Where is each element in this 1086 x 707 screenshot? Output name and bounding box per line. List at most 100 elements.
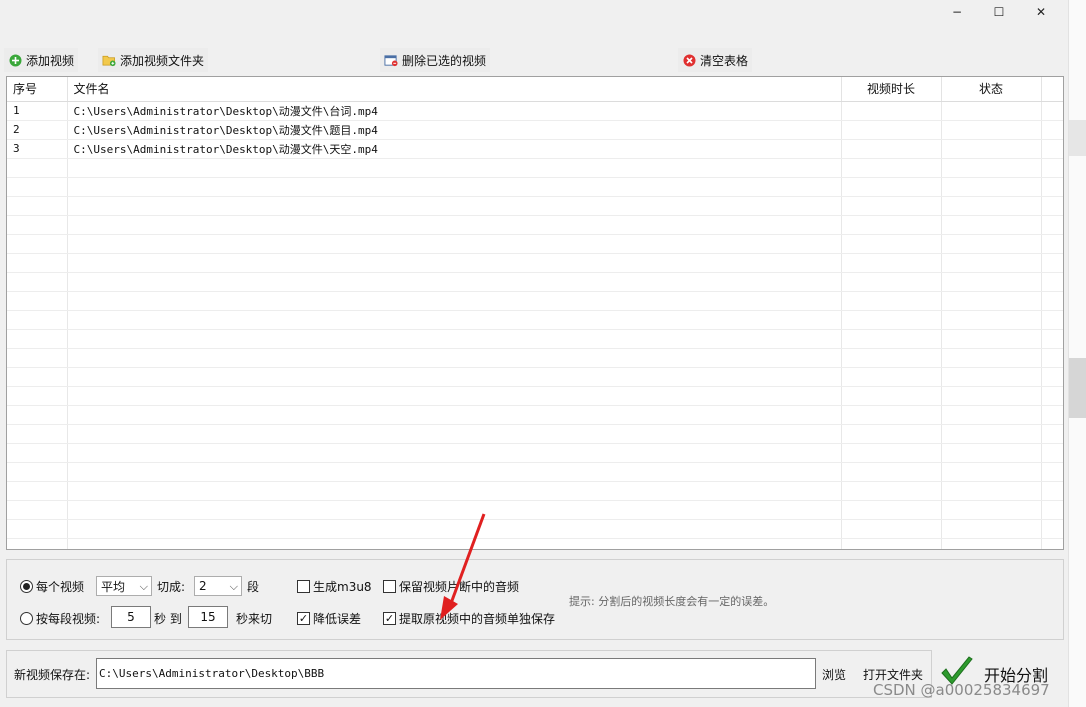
gen-m3u8-checkbox[interactable]: 生成m3u8 (297, 575, 372, 597)
add-video-button[interactable]: 添加视频 (4, 48, 79, 72)
reduce-error-checkbox[interactable]: ✓ 降低误差 (297, 607, 361, 629)
chevron-down-icon: ⌵ (229, 580, 238, 593)
cut-count-select[interactable]: 2 ⌵ (194, 576, 242, 596)
empty-cell (67, 405, 842, 425)
empty-cell (7, 234, 68, 254)
empty-cell (7, 291, 68, 311)
empty-cell (67, 538, 842, 549)
add-folder-button[interactable]: 添加视频文件夹 (98, 48, 209, 72)
column-header-filename[interactable]: 文件名 (67, 77, 842, 102)
empty-cell (67, 481, 842, 501)
empty-cell (941, 158, 1042, 178)
chevron-down-icon: ⌵ (139, 580, 148, 593)
delete-selected-button[interactable]: 删除已选的视频 (380, 48, 491, 72)
empty-row (7, 158, 1063, 178)
empty-cell (7, 215, 68, 235)
empty-cell (1041, 196, 1063, 216)
empty-cell (841, 405, 942, 425)
extract-audio-checkbox[interactable]: ✓ 提取原视频中的音频单独保存 (383, 607, 555, 629)
column-header-status[interactable]: 状态 (941, 77, 1042, 102)
empty-cell (841, 500, 942, 520)
empty-row (7, 386, 1063, 406)
cut-count-value: 2 (199, 579, 207, 593)
empty-cell (841, 329, 942, 349)
cell-filler (1041, 101, 1063, 121)
empty-cell (67, 519, 842, 539)
empty-row (7, 310, 1063, 330)
empty-cell (7, 272, 68, 292)
empty-cell (941, 329, 1042, 349)
empty-cell (841, 481, 942, 501)
folder-add-icon (102, 53, 116, 67)
empty-cell (1041, 158, 1063, 178)
empty-cell (7, 519, 68, 539)
empty-cell (67, 196, 842, 216)
checkbox-box (297, 579, 310, 593)
empty-cell (941, 462, 1042, 482)
clear-table-label: 清空表格 (700, 53, 749, 68)
mode-each-radio[interactable]: 每个视频 (20, 575, 84, 597)
empty-cell (67, 348, 842, 368)
empty-cell (941, 196, 1042, 216)
mode-per-segment-radio[interactable]: 按每段视频: (20, 607, 100, 629)
empty-cell (1041, 443, 1063, 463)
radio-dot (23, 582, 30, 590)
column-header-filler (1041, 77, 1063, 102)
empty-cell (67, 367, 842, 387)
empty-cell (841, 272, 942, 292)
close-button[interactable]: ✕ (1020, 0, 1062, 24)
empty-cell (67, 443, 842, 463)
table-row[interactable]: 1 C:\Users\Administrator\Desktop\动漫文件\台词.… (7, 101, 1063, 121)
empty-cell (67, 329, 842, 349)
empty-cell (941, 291, 1042, 311)
empty-row (7, 253, 1063, 273)
empty-cell (67, 158, 842, 178)
empty-cell (941, 481, 1042, 501)
save-path-input[interactable]: C:\Users\Administrator\Desktop\BBB (96, 658, 816, 689)
column-header-duration[interactable]: 视频时长 (841, 77, 942, 102)
cell-status (941, 139, 1042, 159)
segment-to-input[interactable]: 15 (188, 606, 228, 628)
mode-each-label: 每个视频 (36, 579, 85, 594)
cell-filename: C:\Users\Administrator\Desktop\动漫文件\题目.m… (67, 120, 842, 140)
table-row[interactable]: 3 C:\Users\Administrator\Desktop\动漫文件\天空.… (7, 139, 1063, 159)
empty-cell (1041, 424, 1063, 444)
empty-cell (7, 405, 68, 425)
column-header-index[interactable]: 序号 (7, 77, 68, 102)
empty-row (7, 215, 1063, 235)
empty-cell (841, 386, 942, 406)
empty-row (7, 291, 1063, 311)
empty-cell (67, 272, 842, 292)
edge-band (1069, 120, 1086, 156)
empty-row (7, 443, 1063, 463)
empty-row (7, 500, 1063, 520)
empty-cell (1041, 253, 1063, 273)
maximize-button[interactable]: ☐ (978, 0, 1020, 24)
segment-from-input[interactable]: 5 (111, 606, 151, 628)
add-icon (8, 53, 22, 67)
empty-cell (841, 215, 942, 235)
empty-cell (941, 405, 1042, 425)
table-row[interactable]: 2 C:\Users\Administrator\Desktop\动漫文件\题目.… (7, 120, 1063, 140)
empty-cell (67, 177, 842, 197)
minimize-button[interactable]: − (936, 0, 978, 24)
empty-cell (7, 367, 68, 387)
empty-cell (67, 215, 842, 235)
cell-status (941, 101, 1042, 121)
window-controls: − ☐ ✕ (936, 0, 1062, 24)
cell-index: 1 (7, 101, 68, 121)
empty-cell (67, 310, 842, 330)
empty-cell (841, 424, 942, 444)
empty-cell (7, 253, 68, 273)
empty-cell (7, 386, 68, 406)
mode-per-segment-label: 按每段视频: (36, 611, 101, 626)
mode-select[interactable]: 平均 ⌵ (96, 576, 152, 596)
clear-table-button[interactable]: 清空表格 (678, 48, 753, 72)
empty-cell (841, 196, 942, 216)
empty-cell (841, 158, 942, 178)
keep-audio-checkbox[interactable]: 保留视频片断中的音频 (383, 575, 519, 597)
browse-button[interactable]: 浏览 (822, 663, 846, 685)
file-table[interactable]: 序号 文件名 视频时长 状态 1 C:\Users\Administrator\D… (6, 76, 1064, 550)
empty-cell (941, 310, 1042, 330)
empty-cell (1041, 367, 1063, 387)
